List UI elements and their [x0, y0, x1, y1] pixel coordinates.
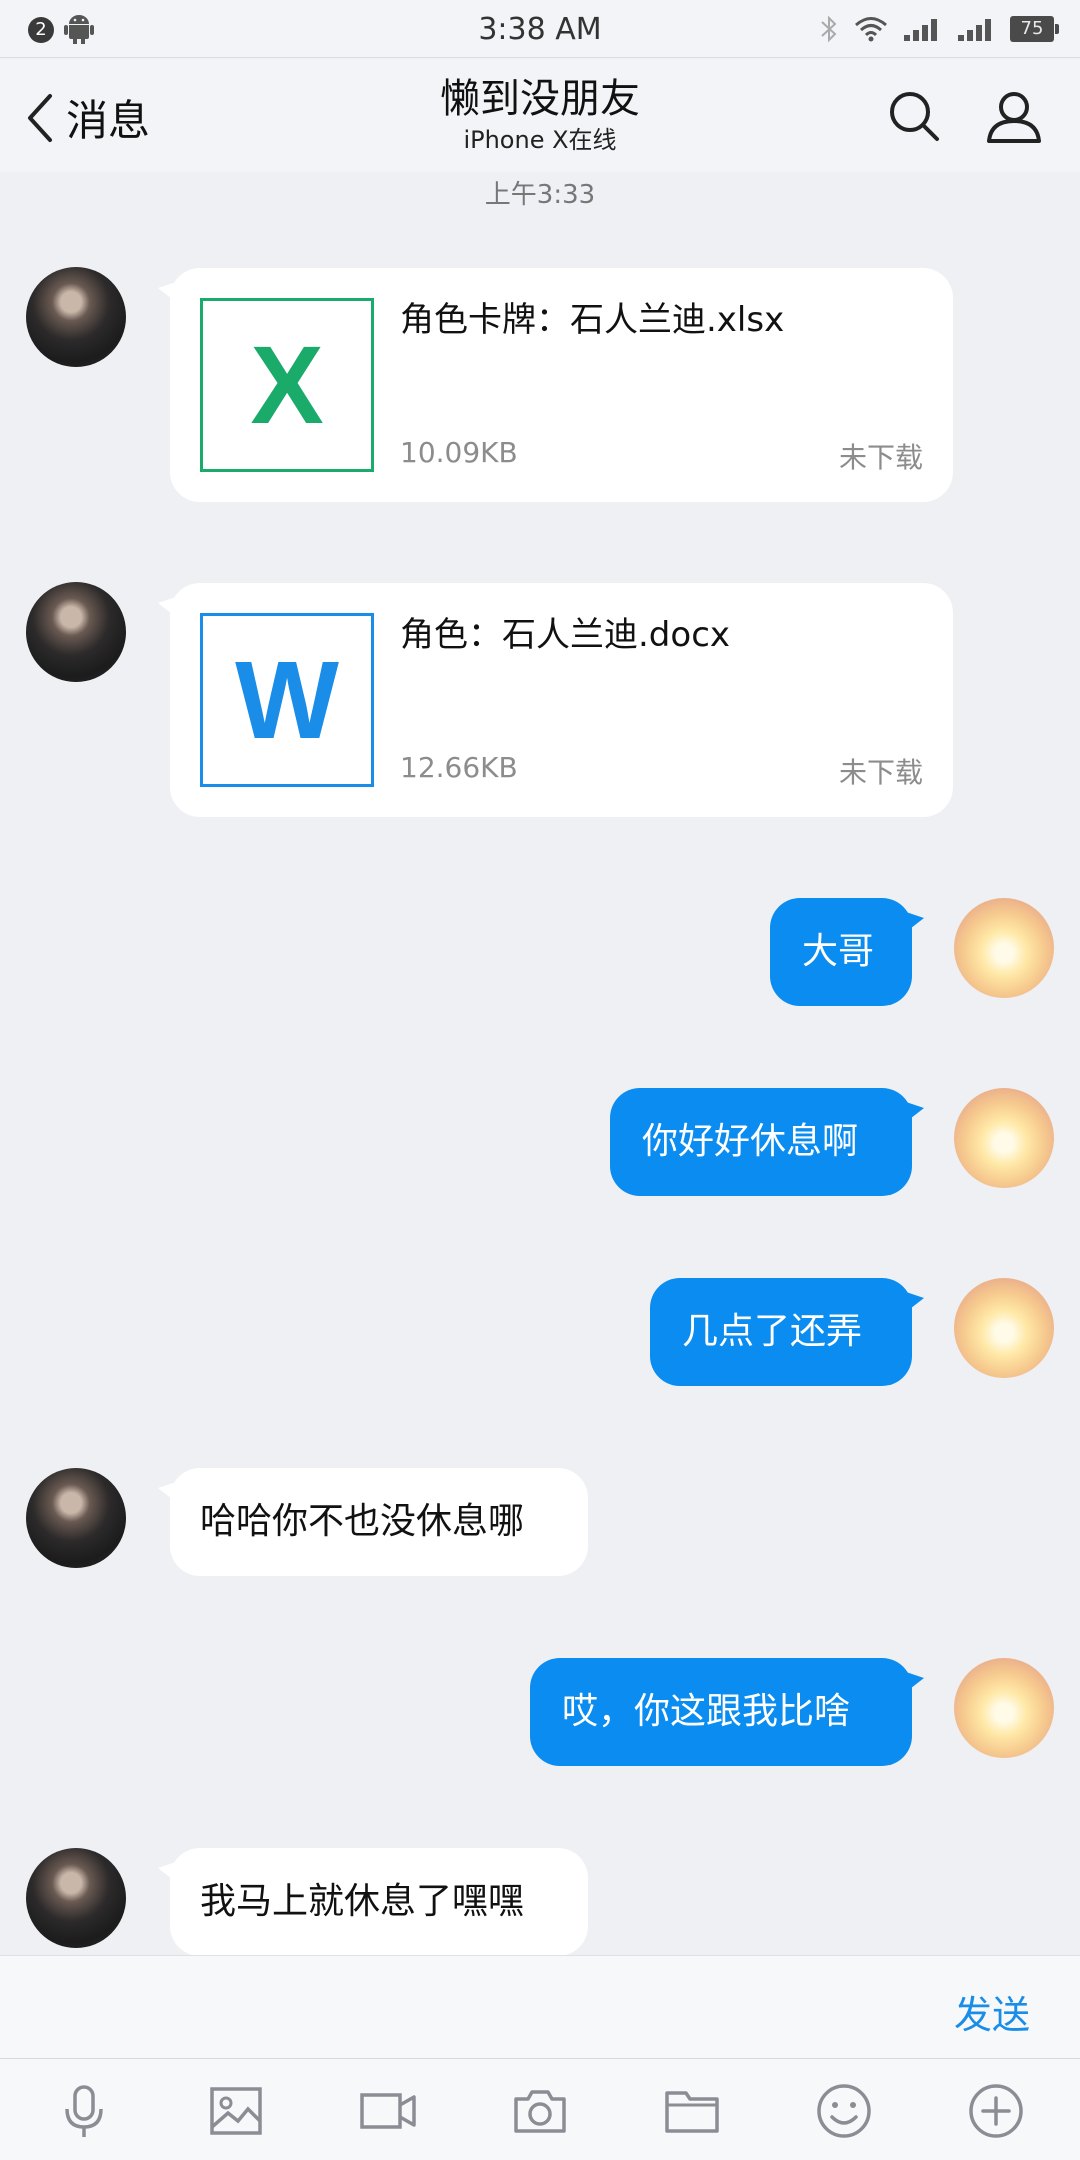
file-message-docx[interactable]: W 角色：石人兰迪.docx 12.66KB 未下载: [158, 583, 953, 817]
contact-avatar[interactable]: [26, 267, 126, 367]
camera-icon[interactable]: [510, 2081, 570, 2141]
image-icon[interactable]: [206, 2081, 266, 2141]
message-timestamp: 上午3:33: [484, 180, 596, 210]
message-text: 你好好休息啊: [642, 1121, 859, 1162]
emoji-icon[interactable]: [814, 2081, 874, 2141]
search-icon[interactable]: [885, 87, 943, 145]
download-status: 未下载: [838, 441, 923, 474]
my-avatar[interactable]: [954, 1658, 1054, 1758]
bubble-tail: [158, 597, 176, 617]
message-bubble-outgoing[interactable]: 大哥: [770, 898, 924, 1006]
plus-icon[interactable]: [966, 2081, 1026, 2141]
my-avatar[interactable]: [954, 898, 1054, 998]
bubble-tail: [906, 1102, 924, 1122]
chat-header: 消息 懒到没朋友 iPhone X在线: [0, 59, 1080, 172]
bubble-tail: [158, 1482, 176, 1502]
bubble-tail: [906, 1672, 924, 1692]
my-avatar[interactable]: [954, 1088, 1054, 1188]
wifi-icon: [855, 17, 887, 42]
message-text: 哎，你这跟我比啥: [562, 1691, 851, 1732]
folder-icon[interactable]: [662, 2081, 722, 2141]
status-bar: 2 3:38 AM 75: [0, 0, 1080, 58]
file-message-xlsx[interactable]: X 角色卡牌：石人兰迪.xlsx 10.09KB 未下载: [158, 268, 953, 502]
contact-avatar[interactable]: [26, 582, 126, 682]
bluetooth-icon: [821, 15, 837, 43]
message-bubble-incoming[interactable]: 我马上就休息了嘿嘿: [158, 1848, 588, 1956]
message-text: 大哥: [802, 931, 875, 972]
bubble-tail: [158, 1862, 176, 1882]
bubble-tail: [158, 282, 176, 302]
contact-avatar[interactable]: [26, 1848, 126, 1948]
message-input-bar[interactable]: 发送: [0, 1955, 1080, 2058]
signal-2-icon: [958, 19, 991, 41]
file-size: 10.09KB: [400, 436, 518, 469]
message-text: 几点了还弄: [682, 1311, 863, 1352]
contact-avatar[interactable]: [26, 1468, 126, 1568]
profile-icon[interactable]: [985, 87, 1043, 145]
file-name: 角色：石人兰迪.docx: [400, 615, 731, 655]
download-status: 未下载: [838, 756, 923, 789]
message-text: 我马上就休息了嘿嘿: [200, 1881, 525, 1922]
video-icon[interactable]: [358, 2081, 418, 2141]
status-right-icons: 75: [818, 14, 1059, 44]
my-avatar[interactable]: [954, 1278, 1054, 1378]
excel-file-icon: X: [200, 298, 374, 472]
message-bubble-outgoing[interactable]: 几点了还弄: [650, 1278, 924, 1386]
signal-icon: [904, 19, 937, 41]
message-bubble-incoming[interactable]: 哈哈你不也没休息哪: [158, 1468, 588, 1576]
send-button[interactable]: 发送: [954, 1984, 1030, 2039]
battery-indicator: 75: [1010, 16, 1059, 42]
message-text: 哈哈你不也没休息哪: [200, 1501, 525, 1542]
message-bubble-outgoing[interactable]: 哎，你这跟我比啥: [530, 1658, 924, 1766]
file-size: 12.66KB: [400, 751, 518, 784]
microphone-icon[interactable]: [54, 2081, 114, 2141]
file-name: 角色卡牌：石人兰迪.xlsx: [400, 300, 785, 340]
input-toolbar: [0, 2058, 1080, 2160]
bubble-tail: [906, 912, 924, 932]
word-file-icon: W: [200, 613, 374, 787]
message-bubble-outgoing[interactable]: 你好好休息啊: [610, 1088, 924, 1196]
bubble-tail: [906, 1292, 924, 1312]
